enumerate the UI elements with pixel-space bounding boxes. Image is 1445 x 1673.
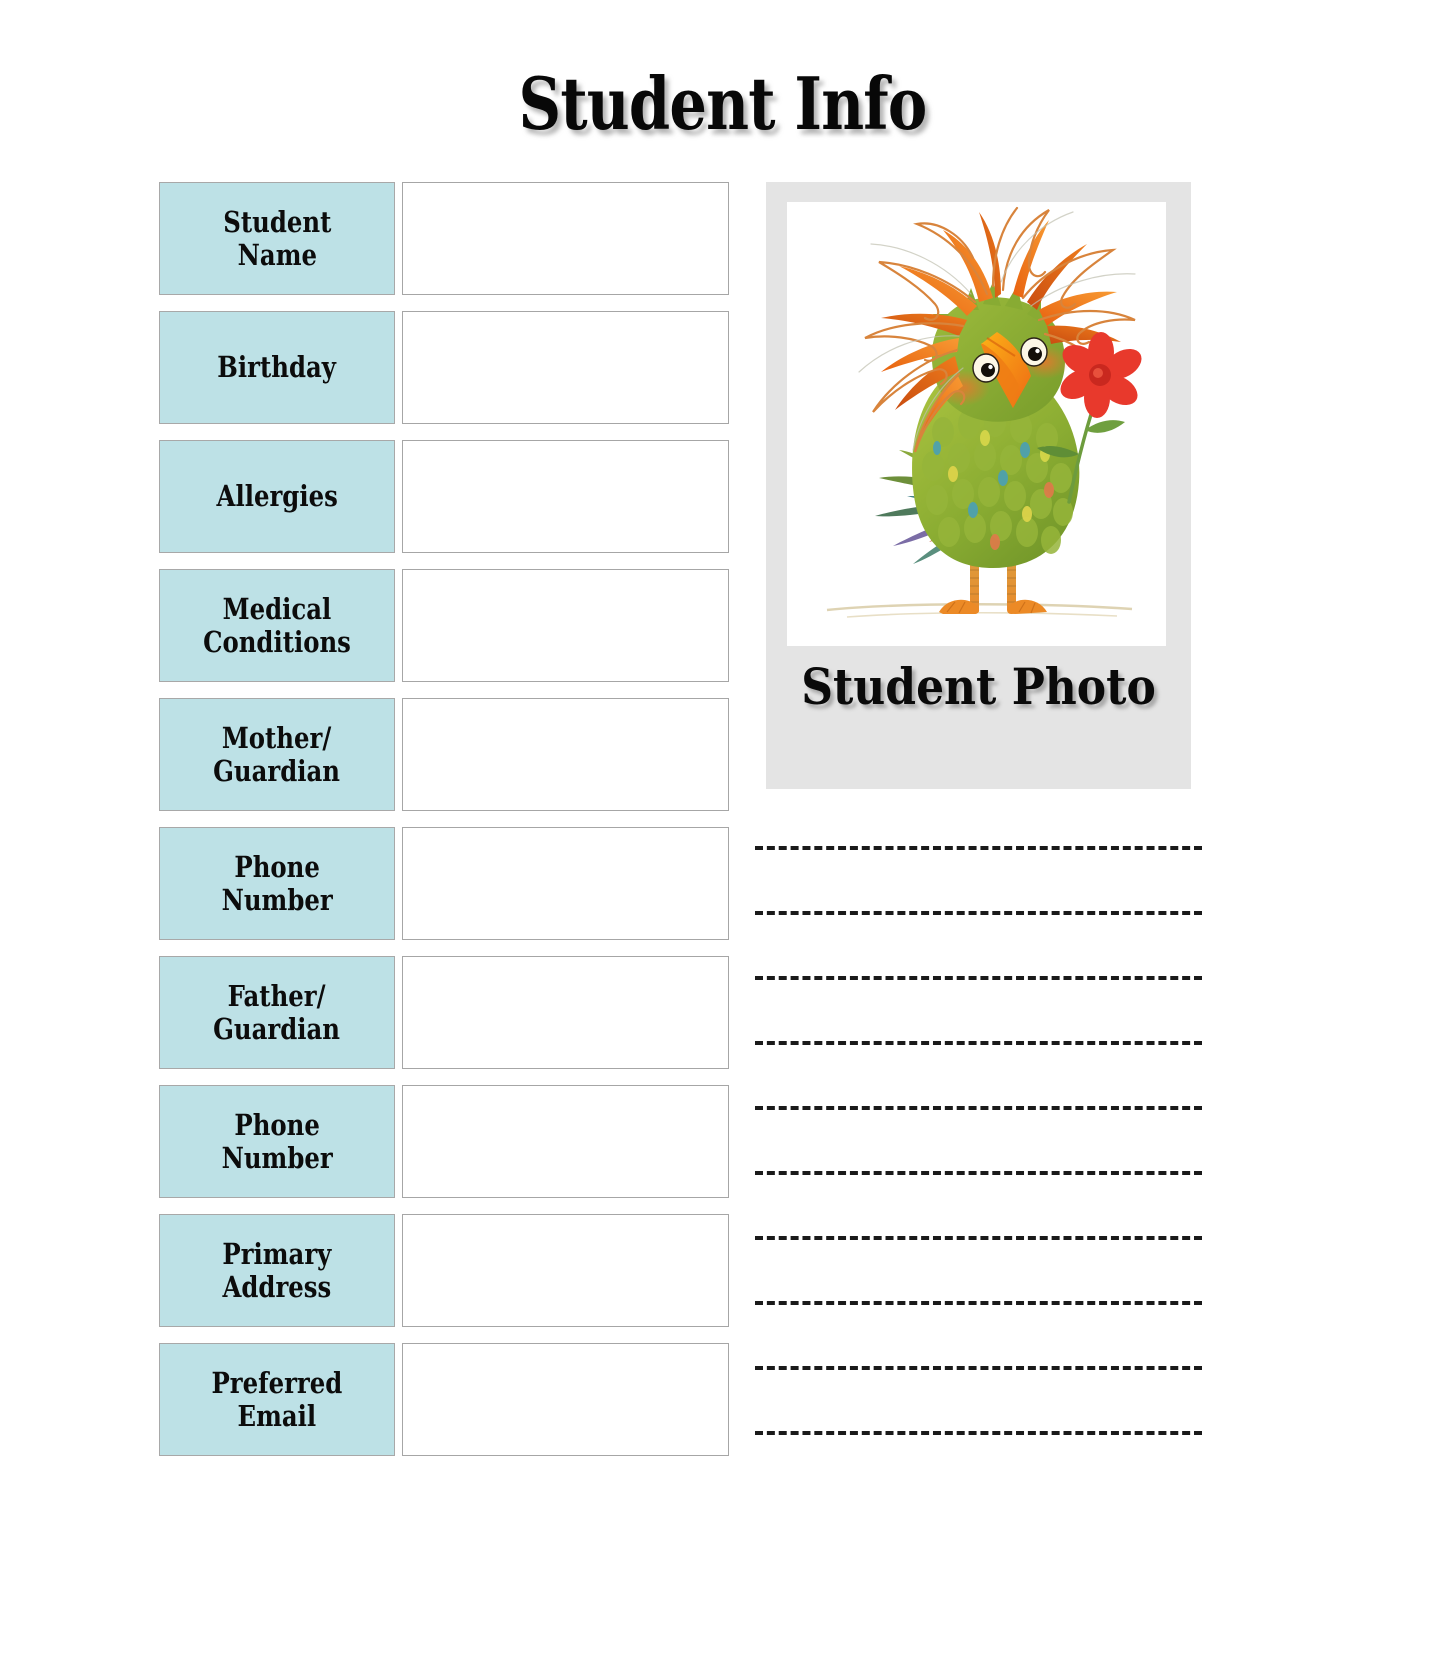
field-label-text: Primary Address (222, 1236, 332, 1304)
field-label-medical-conditions: Medical Conditions (159, 569, 395, 682)
writing-line[interactable] (755, 1171, 1202, 1175)
table-row: Allergies (159, 440, 729, 553)
field-input-preferred-email[interactable] (402, 1343, 729, 1456)
field-input-father-phone-number[interactable] (402, 1085, 729, 1198)
table-row: Mother/ Guardian (159, 698, 729, 811)
field-label-mother-guardian: Mother/ Guardian (159, 698, 395, 811)
field-label-preferred-email: Preferred Email (159, 1343, 395, 1456)
writing-line[interactable] (755, 911, 1202, 915)
student-photo-placeholder[interactable] (787, 202, 1166, 646)
field-input-mother-phone-number[interactable] (402, 827, 729, 940)
table-row: Phone Number (159, 827, 729, 940)
field-label-text: Birthday (217, 350, 337, 385)
writing-line[interactable] (755, 1106, 1202, 1110)
field-input-medical-conditions[interactable] (402, 569, 729, 682)
field-label-father-guardian: Father/ Guardian (159, 956, 395, 1069)
writing-line[interactable] (755, 1041, 1202, 1045)
page-title: Student Info (518, 61, 928, 146)
table-row: Preferred Email (159, 1343, 729, 1456)
field-label-primary-address: Primary Address (159, 1214, 395, 1327)
field-label-text: Father/ Guardian (213, 978, 341, 1046)
field-input-student-name[interactable] (402, 182, 729, 295)
writing-line[interactable] (755, 976, 1202, 980)
field-input-primary-address[interactable] (402, 1214, 729, 1327)
student-info-form: Student Name Birthday Allergies Medical … (159, 182, 729, 1472)
field-label-mother-phone-number: Phone Number (159, 827, 395, 940)
field-label-text: Phone Number (221, 1107, 333, 1175)
table-row: Primary Address (159, 1214, 729, 1327)
table-row: Birthday (159, 311, 729, 424)
field-label-text: Student Name (222, 204, 332, 272)
writing-line[interactable] (755, 1431, 1202, 1435)
field-label-text: Phone Number (221, 849, 333, 917)
writing-line[interactable] (755, 1301, 1202, 1305)
table-row: Phone Number (159, 1085, 729, 1198)
writing-line[interactable] (755, 1366, 1202, 1370)
writing-line[interactable] (755, 1236, 1202, 1240)
field-label-text: Allergies (216, 479, 338, 514)
student-photo-card[interactable]: Student Photo (766, 182, 1191, 789)
field-input-mother-guardian[interactable] (402, 698, 729, 811)
bird-illustration-icon (787, 202, 1166, 646)
field-label-student-name: Student Name (159, 182, 395, 295)
field-label-text: Medical Conditions (203, 591, 351, 659)
writing-line[interactable] (755, 846, 1202, 850)
student-photo-caption: Student Photo (801, 657, 1156, 716)
table-row: Student Name (159, 182, 729, 295)
field-label-father-phone-number: Phone Number (159, 1085, 395, 1198)
field-input-allergies[interactable] (402, 440, 729, 553)
field-label-text: Preferred Email (211, 1365, 343, 1433)
notes-writing-lines[interactable] (755, 846, 1202, 1496)
field-label-birthday: Birthday (159, 311, 395, 424)
field-input-father-guardian[interactable] (402, 956, 729, 1069)
table-row: Medical Conditions (159, 569, 729, 682)
table-row: Father/ Guardian (159, 956, 729, 1069)
field-label-text: Mother/ Guardian (213, 720, 341, 788)
field-input-birthday[interactable] (402, 311, 729, 424)
field-label-allergies: Allergies (159, 440, 395, 553)
